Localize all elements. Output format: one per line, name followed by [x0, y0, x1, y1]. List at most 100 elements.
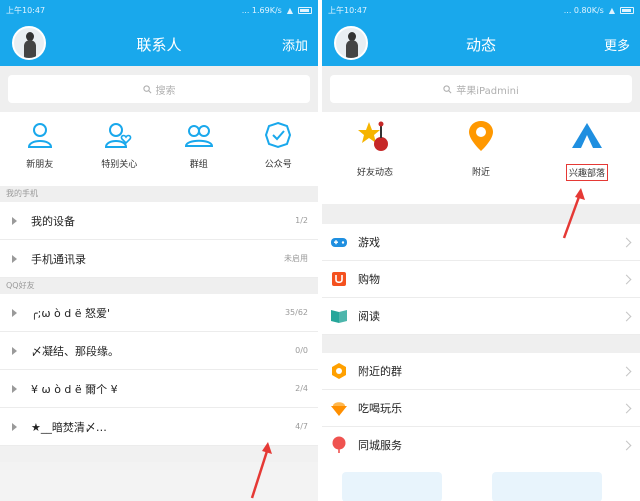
official-account-icon	[265, 121, 292, 149]
chevron-right-icon	[621, 311, 632, 321]
faded-tab-bar	[342, 472, 442, 501]
chevron-right-icon	[621, 403, 632, 413]
page-title: 动态	[465, 36, 496, 54]
annotation-arrow-icon	[250, 442, 272, 499]
search-icon	[443, 84, 452, 93]
row-name: 我的设备	[31, 214, 75, 228]
friend-feed-label: 好友动态	[356, 168, 393, 178]
section-header-phone: 我的手机	[0, 186, 318, 202]
group-icon	[184, 125, 213, 147]
page-title: 联系人	[136, 36, 182, 54]
row-count: 0/0	[295, 346, 308, 355]
feed-shortcuts: 好友动态 附近 兴趣部落	[322, 112, 640, 204]
row-count: 未启用	[284, 254, 308, 263]
friend-feed-button[interactable]: 好友动态	[322, 112, 428, 204]
expand-arrow-icon	[12, 308, 17, 317]
nearby-group-icon	[332, 363, 346, 379]
row-name: 〆凝结、那段缘。	[31, 344, 119, 358]
section-header-qq-friends: QQ好友	[0, 278, 318, 294]
chevron-right-icon	[621, 274, 632, 284]
header-bar: 联系人 添加	[0, 20, 318, 66]
battery-icon	[620, 6, 634, 14]
game-icon	[331, 238, 347, 247]
status-bar: 上午10:47 ... 0.80K/s ▲	[322, 0, 640, 20]
nearby-label: 附近	[471, 168, 490, 178]
network-speed: ... 0.80K/s	[563, 5, 604, 15]
group-label: 群组	[189, 160, 208, 170]
menu-item-label: 附近的群	[358, 365, 402, 378]
menu-item-reading[interactable]: 阅读	[322, 298, 640, 335]
network-speed: ... 1.69K/s	[241, 5, 282, 15]
friend-group-row[interactable]: 〆凝结、那段缘。 0/0	[0, 332, 318, 370]
add-button[interactable]: 添加	[282, 35, 308, 54]
more-button[interactable]: 更多	[604, 35, 630, 54]
search-placeholder: 苹果iPadmini	[456, 85, 519, 97]
row-count: 1/2	[295, 216, 308, 225]
new-friend-label: 新朋友	[26, 160, 54, 170]
row-count: 4/7	[295, 422, 308, 431]
signal-icon: ▲	[608, 5, 615, 15]
friend-feed-icon	[358, 121, 388, 151]
search-placeholder: 搜索	[155, 85, 176, 97]
menu-item-label: 阅读	[358, 310, 380, 323]
row-name: ╭;ω ò d ë 怒爱'	[31, 306, 111, 320]
friend-group-row[interactable]: ╭;ω ò d ë 怒爱' 35/62	[0, 294, 318, 332]
row-name: ★__暗焚清〆…	[31, 420, 107, 434]
local-service-icon	[332, 436, 346, 453]
faded-tab-bar	[492, 472, 602, 501]
food-fun-icon	[331, 402, 347, 416]
status-time: 上午10:47	[6, 5, 46, 15]
expand-arrow-icon	[12, 346, 17, 355]
menu-item-label: 同城服务	[358, 439, 402, 452]
expand-arrow-icon	[12, 384, 17, 393]
row-name: 手机通讯录	[31, 252, 86, 266]
contacts-screen: 上午10:47 ... 1.69K/s ▲ 联系人 添加 搜索 新朋友 特别关心…	[0, 0, 318, 501]
special-care-button[interactable]: 特别关心	[80, 112, 160, 186]
friend-group-row[interactable]: ¥ ω ò d ë 爾个 ¥ 2/4	[0, 370, 318, 408]
row-count: 35/62	[284, 308, 308, 317]
new-friend-button[interactable]: 新朋友	[0, 112, 80, 186]
chevron-right-icon	[621, 237, 632, 247]
expand-arrow-icon	[12, 254, 17, 263]
menu-item-game[interactable]: 游戏	[322, 224, 640, 261]
status-time: 上午10:47	[328, 5, 368, 15]
contact-shortcuts: 新朋友 特别关心 群组 公众号	[0, 112, 318, 186]
nearby-icon	[469, 121, 493, 151]
list-item-my-device[interactable]: 我的设备 1/2	[0, 202, 318, 240]
search-area: 苹果iPadmini	[322, 66, 640, 112]
battery-icon	[298, 6, 312, 14]
separator	[322, 204, 640, 224]
chevron-right-icon	[621, 440, 632, 450]
reading-icon	[331, 310, 347, 323]
annotation-arrow-icon	[562, 188, 585, 239]
special-care-label: 特别关心	[101, 160, 138, 170]
group-button[interactable]: 群组	[159, 112, 239, 186]
separator	[322, 335, 640, 353]
menu-item-label: 购物	[358, 273, 380, 286]
new-friend-icon	[27, 123, 52, 148]
status-bar: 上午10:47 ... 1.69K/s ▲	[0, 0, 318, 20]
menu-item-food-fun[interactable]: 吃喝玩乐	[322, 390, 640, 427]
search-icon	[142, 84, 151, 93]
interest-tribe-icon	[572, 123, 602, 148]
search-input[interactable]: 苹果iPadmini	[330, 75, 632, 103]
list-item-phone-contacts[interactable]: 手机通讯录 未启用	[0, 240, 318, 278]
special-care-icon	[105, 123, 132, 148]
signal-icon: ▲	[286, 5, 293, 15]
expand-arrow-icon	[12, 422, 17, 431]
official-account-button[interactable]: 公众号	[239, 112, 319, 186]
feed-screen: 上午10:47 ... 0.80K/s ▲ 动态 更多 苹果iPadmini 好…	[322, 0, 640, 501]
shopping-icon	[332, 272, 346, 286]
header-bar: 动态 更多	[322, 20, 640, 66]
chevron-right-icon	[621, 366, 632, 376]
menu-item-nearby-group[interactable]: 附近的群	[322, 353, 640, 390]
search-area: 搜索	[0, 66, 318, 112]
row-count: 2/4	[295, 384, 308, 393]
expand-arrow-icon	[12, 216, 17, 225]
interest-tribe-label: 兴趣部落	[565, 164, 608, 181]
menu-item-label: 吃喝玩乐	[358, 402, 402, 415]
search-input[interactable]: 搜索	[8, 75, 310, 103]
menu-item-shopping[interactable]: 购物	[322, 261, 640, 298]
row-name: ¥ ω ò d ë 爾个 ¥	[31, 382, 118, 396]
nearby-button[interactable]: 附近	[428, 112, 534, 204]
